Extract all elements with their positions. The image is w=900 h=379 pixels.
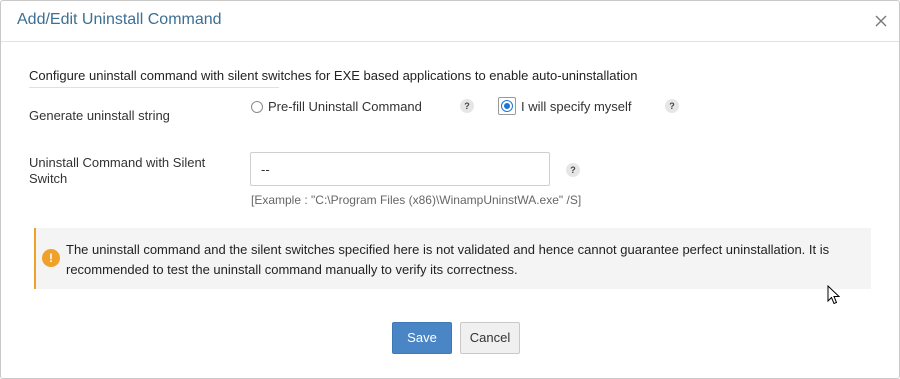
generate-uninstall-label: Generate uninstall string — [29, 108, 170, 123]
command-help-icon[interactable]: ? — [566, 163, 580, 177]
warning-message: The uninstall command and the silent swi… — [66, 242, 830, 277]
dialog-title: Add/Edit Uninstall Command — [17, 11, 222, 28]
specify-help-icon[interactable]: ? — [665, 99, 679, 113]
warning-alert: ! The uninstall command and the silent s… — [34, 228, 871, 289]
section-divider — [29, 87, 279, 88]
radio-checked-icon[interactable] — [501, 100, 513, 112]
radio-prefill-label: Pre-fill Uninstall Command — [268, 99, 422, 114]
close-icon[interactable] — [871, 11, 891, 31]
cancel-button[interactable]: Cancel — [460, 322, 520, 354]
uninstall-command-dialog: Add/Edit Uninstall Command Configure uni… — [0, 0, 900, 379]
dialog-header: Add/Edit Uninstall Command — [1, 1, 899, 42]
command-example-text: [Example : "C:\Program Files (x86)\Winam… — [251, 193, 582, 207]
warning-icon: ! — [42, 249, 60, 267]
uninstall-command-label-line2: Switch — [29, 171, 68, 186]
radio-prefill-uninstall-command[interactable]: Pre-fill Uninstall Command — [251, 99, 422, 114]
uninstall-command-input[interactable] — [250, 152, 550, 186]
save-button[interactable]: Save — [392, 322, 452, 354]
section-heading: Configure uninstall command with silent … — [29, 68, 638, 83]
uninstall-command-label-line1: Uninstall Command with Silent — [29, 155, 206, 170]
radio-unchecked-icon[interactable] — [251, 100, 263, 113]
radio-specify-myself[interactable]: I will specify myself — [498, 97, 632, 115]
prefill-help-icon[interactable]: ? — [460, 99, 474, 113]
radio-focus-ring — [498, 97, 516, 115]
radio-specify-label: I will specify myself — [521, 98, 632, 114]
uninstall-command-label: Uninstall Command with Silent Switch — [29, 155, 205, 187]
mouse-pointer-icon — [827, 284, 841, 310]
